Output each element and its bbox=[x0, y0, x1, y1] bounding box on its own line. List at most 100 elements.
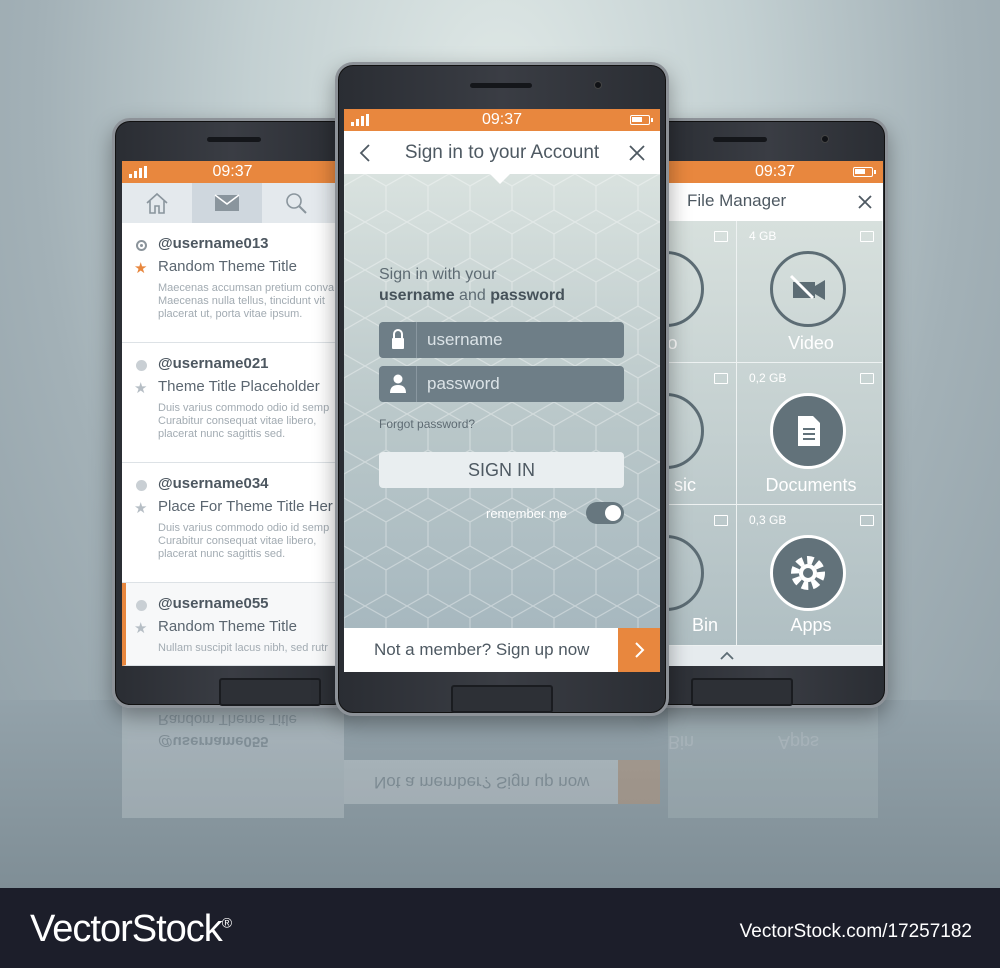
category-music[interactable]: sic bbox=[667, 363, 737, 505]
home-button[interactable] bbox=[219, 678, 321, 706]
message-preview: Maecenas accumsan pretium conva Maecenas… bbox=[158, 282, 343, 321]
status-time: 09:37 bbox=[212, 163, 253, 180]
right-phone-reflection: Apps Bin bbox=[668, 706, 878, 818]
tab-mail[interactable] bbox=[192, 183, 262, 223]
close-icon[interactable] bbox=[628, 144, 646, 162]
signal-icon bbox=[129, 166, 147, 178]
scene-background: Random Theme Title @username055 Not a me… bbox=[0, 0, 1000, 888]
center-phone-screen: 09:37 Sign in with your username and pas… bbox=[344, 109, 660, 672]
music-icon bbox=[667, 393, 704, 469]
star-icon[interactable]: ★ bbox=[134, 379, 147, 397]
forgot-password-link[interactable]: Forgot password? bbox=[379, 417, 475, 431]
status-bar: 09:37 bbox=[667, 161, 883, 183]
phone-speaker bbox=[207, 137, 261, 142]
right-phone: 09:37 File Manager oto 4 GB bbox=[650, 118, 888, 708]
reflection-bin: Bin bbox=[668, 732, 695, 752]
lock-icon bbox=[379, 322, 417, 358]
category-apps[interactable]: 0,3 GB Apps bbox=[737, 505, 883, 646]
watermark-brand: VectorStock bbox=[30, 908, 223, 950]
status-time: 09:37 bbox=[754, 163, 796, 180]
search-icon bbox=[286, 193, 307, 214]
storage-size: 4 GB bbox=[749, 229, 777, 243]
center-phone-reflection: Not a member? Sign up now bbox=[344, 760, 660, 804]
remember-me-toggle[interactable] bbox=[586, 502, 624, 524]
sign-in-header: Sign in to your Account bbox=[344, 131, 660, 184]
watermark-logo: VectorStock® bbox=[30, 908, 232, 951]
folder-icon bbox=[714, 231, 728, 242]
front-camera bbox=[594, 81, 602, 89]
reflection-signup: Not a member? Sign up now bbox=[374, 773, 590, 792]
trash-icon bbox=[667, 535, 704, 611]
username-input[interactable] bbox=[417, 322, 622, 358]
phone-speaker bbox=[470, 83, 532, 88]
left-phone: 09:37 @username013 ★ Random Theme Title bbox=[112, 118, 352, 708]
message-subject: Theme Title Placeholder bbox=[158, 378, 320, 395]
list-item[interactable]: @username013 ★ Random Theme Title Maecen… bbox=[122, 223, 343, 343]
sign-up-arrow-button[interactable] bbox=[618, 628, 660, 672]
sign-in-intro: Sign in with your bbox=[379, 266, 497, 283]
category-video[interactable]: 4 GB Video bbox=[737, 221, 883, 363]
status-bar: 09:37 bbox=[122, 161, 343, 183]
sign-in-button[interactable]: SIGN IN bbox=[379, 452, 624, 488]
category-documents[interactable]: 0,2 GB Documents bbox=[737, 363, 883, 505]
list-item[interactable]: @username034 ★ Place For Theme Title Her… bbox=[122, 463, 343, 583]
star-icon[interactable]: ★ bbox=[134, 499, 147, 517]
tab-home[interactable] bbox=[122, 183, 192, 223]
message-subject: Place For Theme Title Her bbox=[158, 498, 333, 515]
folder-icon bbox=[714, 515, 728, 526]
folder-icon bbox=[714, 373, 728, 384]
watermark-bar: VectorStock® VectorStock.com/17257182 bbox=[0, 888, 1000, 968]
battery-icon bbox=[630, 115, 653, 125]
preview-line: Duis varius commodo odio id semp bbox=[158, 402, 330, 414]
star-icon[interactable]: ★ bbox=[134, 259, 147, 277]
camera-icon bbox=[667, 251, 704, 327]
gear-icon bbox=[770, 535, 846, 611]
tab-search[interactable] bbox=[262, 183, 332, 223]
gear-glyph bbox=[791, 556, 825, 590]
center-phone: 09:37 Sign in with your username and pas… bbox=[335, 62, 669, 716]
file-grid: oto 4 GB Video sic 0,2 GB bbox=[667, 221, 883, 646]
message-preview: Duis varius commodo odio id semp Curabit… bbox=[158, 402, 343, 441]
user-icon bbox=[379, 366, 417, 402]
password-input[interactable] bbox=[417, 366, 622, 402]
video-camera-glyph bbox=[789, 274, 825, 300]
sign-up-link[interactable]: Not a member? Sign up now bbox=[374, 640, 589, 660]
sign-up-bar[interactable]: Not a member? Sign up now bbox=[344, 628, 660, 672]
user-glyph bbox=[390, 374, 406, 393]
list-item[interactable]: @username021 ★ Theme Title Placeholder D… bbox=[122, 343, 343, 463]
username-field[interactable] bbox=[379, 322, 624, 358]
password-field[interactable] bbox=[379, 366, 624, 402]
unread-indicator bbox=[136, 240, 147, 251]
chevron-up-icon[interactable] bbox=[719, 651, 735, 661]
list-item[interactable]: @username055 ★ Random Theme Title Nullam… bbox=[122, 583, 343, 666]
unread-indicator bbox=[136, 480, 147, 491]
close-icon[interactable] bbox=[857, 194, 873, 210]
home-button[interactable] bbox=[451, 685, 553, 713]
intro-username: username bbox=[379, 287, 455, 304]
preview-line: Maecenas nulla tellus, tincidunt vit bbox=[158, 295, 325, 307]
preview-line: placerat nunc sagittis sed. bbox=[158, 428, 286, 440]
message-subject: Random Theme Title bbox=[158, 258, 297, 275]
file-manager-footer bbox=[667, 646, 883, 666]
category-label: Apps bbox=[790, 615, 832, 635]
preview-line: Curabitur consequat vitae libero, bbox=[158, 535, 317, 547]
file-manager-header: File Manager bbox=[667, 183, 883, 221]
folder-icon bbox=[860, 515, 874, 526]
unread-indicator bbox=[136, 600, 147, 611]
preview-line: Maecenas accumsan pretium conva bbox=[158, 282, 335, 294]
status-time: 09:37 bbox=[481, 111, 523, 128]
message-user: @username034 bbox=[158, 475, 269, 492]
star-icon[interactable]: ★ bbox=[134, 619, 147, 637]
home-button[interactable] bbox=[691, 678, 793, 706]
page-title: Sign in to your Account bbox=[404, 142, 600, 163]
category-photo[interactable]: oto bbox=[667, 221, 737, 363]
remember-me-label: remember me bbox=[486, 506, 567, 521]
sign-in-panel: Sign in with your username and password bbox=[344, 174, 660, 628]
category-bin[interactable]: Bin bbox=[667, 505, 737, 646]
left-phone-reflection: Random Theme Title @username055 bbox=[122, 706, 344, 818]
header-pointer bbox=[488, 172, 512, 184]
reflection-subject: Random Theme Title bbox=[158, 711, 297, 728]
category-label: Documents bbox=[765, 475, 857, 495]
status-bar: 09:37 bbox=[344, 109, 660, 131]
reflection-user: @username055 bbox=[158, 733, 269, 750]
